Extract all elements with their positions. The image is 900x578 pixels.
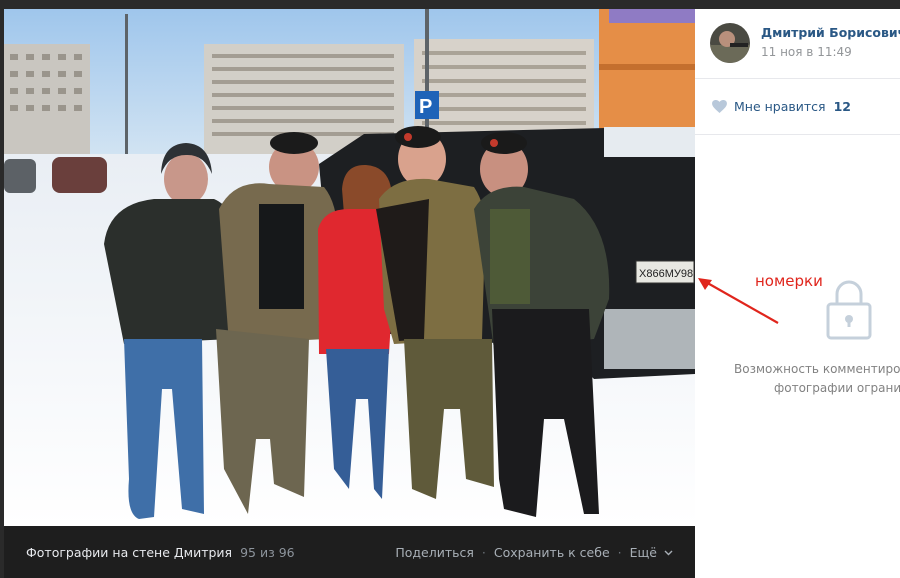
separator: ·: [481, 544, 486, 560]
restricted-line-2: фотографии огранич: [774, 381, 900, 395]
restricted-text: Возможность комментиров фотографии огран…: [734, 360, 900, 398]
photo-viewer: P Х866МУ98 Фотографии на стене Дмитрия 9…: [0, 0, 900, 578]
album-link[interactable]: Фотографии на стене Дмитрия: [26, 545, 232, 560]
heart-icon: [712, 100, 727, 113]
separator: ·: [617, 544, 622, 560]
photo-counter: 95 из 96: [240, 544, 295, 560]
author-block: Дмитрий Борисович 11 ноя в 11:49: [695, 9, 900, 79]
photo[interactable]: P Х866МУ98: [4, 9, 695, 526]
more-button[interactable]: Ещё: [630, 545, 673, 560]
save-to-album-button[interactable]: Сохранить к себе: [494, 545, 610, 560]
restricted-line-1: Возможность комментиров: [734, 362, 900, 376]
like-label: Мне нравится: [734, 99, 826, 114]
share-button[interactable]: Поделиться: [395, 545, 474, 560]
more-label: Ещё: [629, 544, 658, 560]
post-time[interactable]: 11 ноя в 11:49: [761, 45, 900, 59]
avatar[interactable]: [710, 23, 750, 63]
photo-bottom-bar: Фотографии на стене Дмитрия 95 из 96 Под…: [4, 526, 695, 578]
svg-text:P: P: [419, 96, 432, 118]
license-plate: Х866МУ98: [639, 268, 693, 280]
annotation-label: номерки: [755, 272, 823, 290]
chevron-down-icon: [664, 550, 673, 556]
photo-image: P Х866МУ98: [4, 9, 695, 526]
lock-icon: [826, 280, 872, 340]
avatar-image: [710, 23, 750, 63]
like-button[interactable]: Мне нравится 12: [695, 79, 900, 135]
author-text: Дмитрий Борисович 11 ноя в 11:49: [761, 25, 900, 59]
author-name[interactable]: Дмитрий Борисович: [761, 25, 900, 40]
like-count: 12: [833, 99, 851, 114]
